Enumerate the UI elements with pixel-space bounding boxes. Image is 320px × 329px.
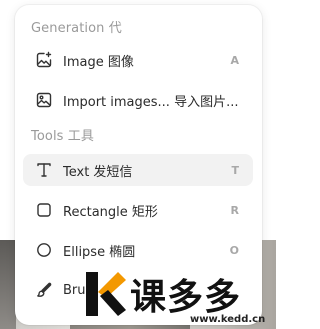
section-title-tools: Tools 工具 bbox=[31, 129, 94, 144]
menu-item-import-images[interactable]: Import images... 导入图片... bbox=[23, 84, 253, 116]
menu-item-label: Bru bbox=[63, 282, 86, 298]
background-dark-edge bbox=[0, 240, 16, 329]
menu-item-ellipse[interactable]: Ellipse 椭圆 O bbox=[23, 234, 253, 266]
menu-item-label: Import images... 导入图片... bbox=[63, 94, 239, 110]
menu-item-label: Text 发短信 bbox=[63, 164, 133, 180]
menu-item-shortcut: T bbox=[231, 163, 239, 177]
menu-item-label: Rectangle 矩形 bbox=[63, 204, 158, 220]
rectangle-icon bbox=[35, 201, 53, 219]
menu-item-label: Image 图像 bbox=[63, 54, 134, 70]
watermark-url: www.kedd.cn bbox=[190, 314, 266, 325]
watermark-text: 课多多 bbox=[130, 277, 242, 318]
text-icon bbox=[35, 161, 53, 179]
section-title-generation: Generation 代 bbox=[31, 21, 122, 36]
brush-icon bbox=[35, 281, 53, 299]
menu-item-shortcut: A bbox=[230, 53, 239, 67]
menu-item-label: Ellipse 椭圆 bbox=[63, 244, 136, 260]
menu-item-rectangle[interactable]: Rectangle 矩形 R bbox=[23, 194, 253, 226]
menu-item-shortcut: O bbox=[229, 243, 239, 257]
watermark-logo-icon bbox=[86, 272, 126, 316]
ellipse-icon bbox=[35, 241, 53, 259]
menu-item-shortcut: R bbox=[230, 203, 239, 217]
image-sparkle-icon bbox=[35, 51, 53, 69]
menu-item-image[interactable]: Image 图像 A bbox=[23, 44, 253, 76]
watermark: 课多多 www.kedd.cn bbox=[84, 268, 276, 326]
menu-item-text[interactable]: Text 发短信 T bbox=[23, 154, 253, 186]
import-image-icon bbox=[35, 91, 53, 109]
